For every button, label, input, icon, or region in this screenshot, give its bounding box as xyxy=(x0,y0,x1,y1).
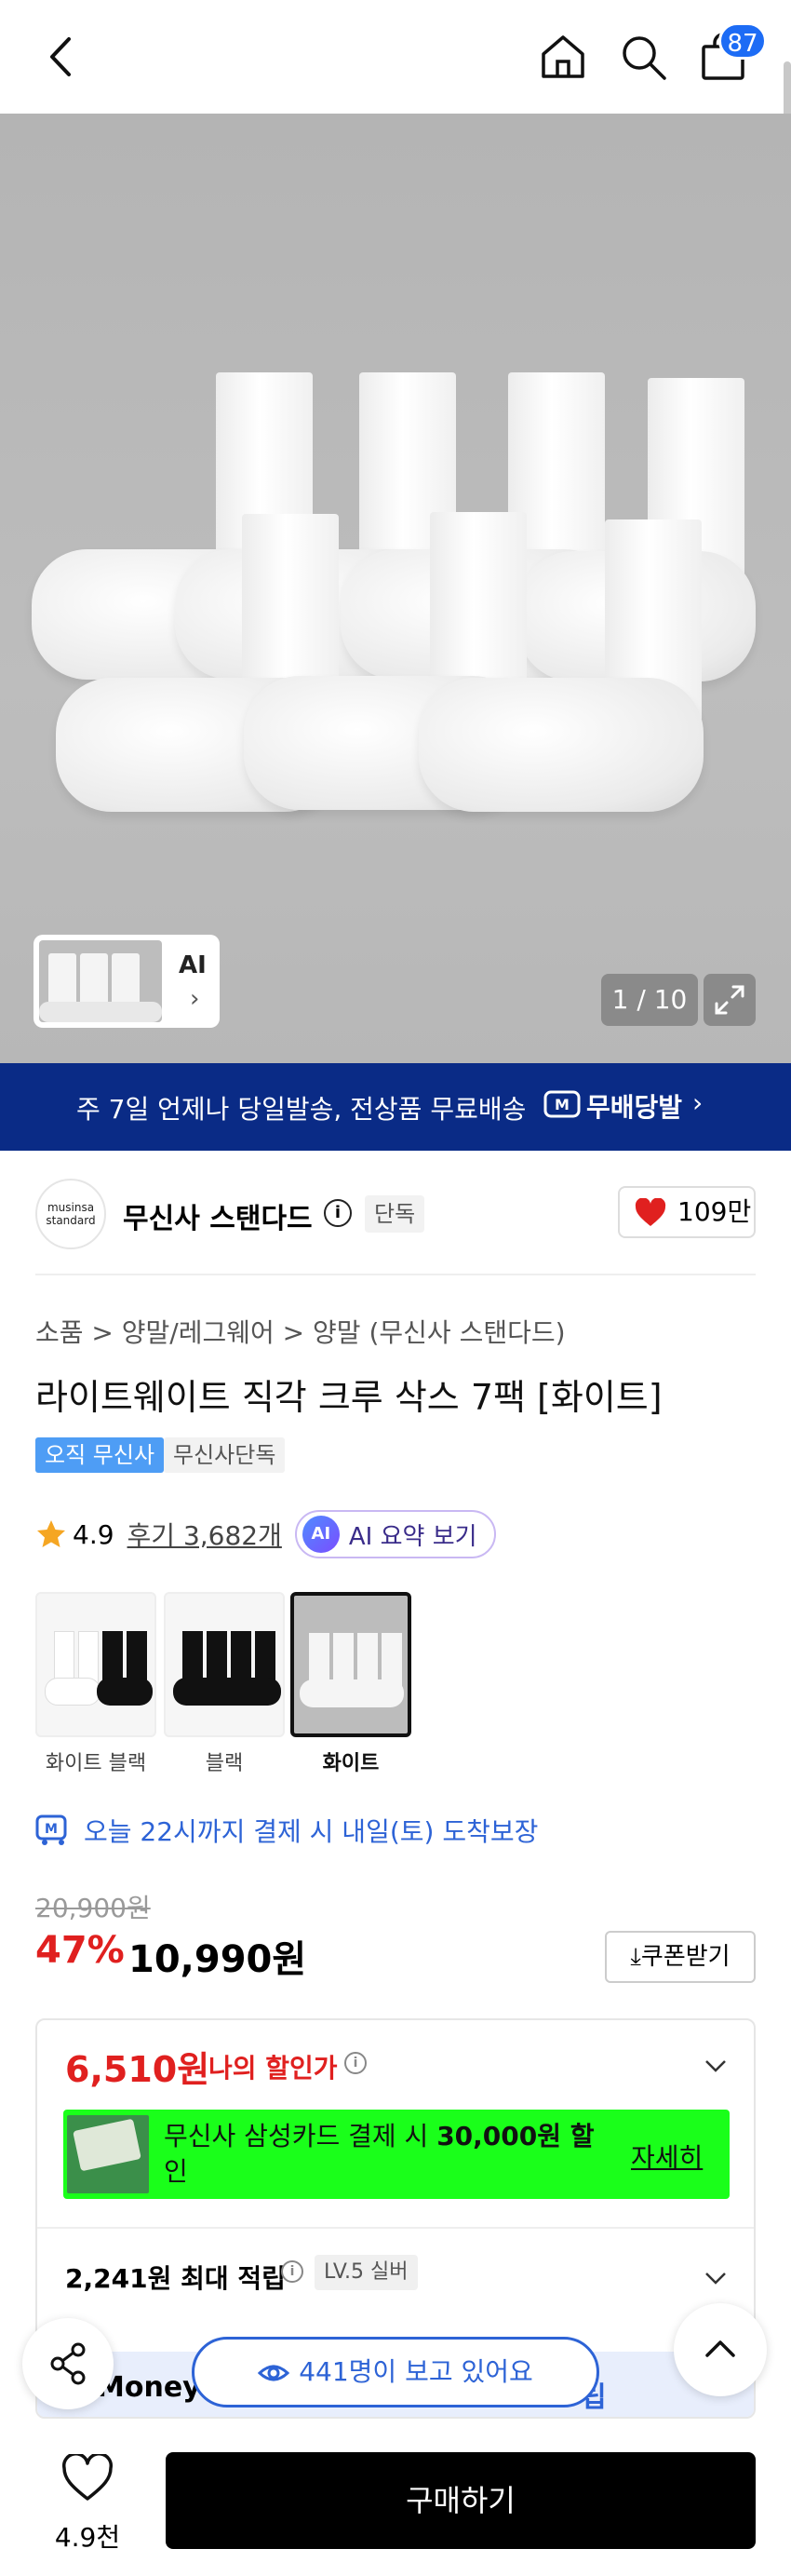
delivery-truck-icon: M xyxy=(543,1090,581,1118)
review-count-link[interactable]: 후기 3,682개 xyxy=(127,1516,282,1553)
download-icon: ⤓ xyxy=(630,1943,641,1971)
ai-summary-label: AI 요약 보기 xyxy=(348,1522,477,1551)
delivery-text: 오늘 22시까지 결제 시 내일(토) 도착보장 xyxy=(84,1816,539,1847)
ai-badge-icon: AI xyxy=(302,1516,340,1553)
musinsa-only-tag: 오직 무신사 xyxy=(35,1437,165,1473)
brand-name[interactable]: 무신사 스탠다드 xyxy=(123,1195,313,1236)
viewers-text: 441명이 보고 있어요 xyxy=(299,2356,533,2387)
card-image xyxy=(67,2115,149,2193)
live-viewers-pill: 441명이 보고 있어요 xyxy=(192,2337,599,2407)
image-counter: 1 / 10 xyxy=(601,974,698,1026)
coupon-button[interactable]: ⤓쿠폰받기 xyxy=(605,1931,756,1983)
rating-row: 4.9 후기 3,682개 AI AI 요약 보기 xyxy=(35,1508,496,1560)
option-label: 화이트 블랙 xyxy=(45,1752,147,1775)
promo-brand: 무배당발 xyxy=(586,1092,683,1123)
musinsa-exclusive-tag: 무신사단독 xyxy=(164,1437,286,1473)
ai-thumbnail-card[interactable]: AI › xyxy=(34,935,220,1028)
scroll-to-top-button[interactable] xyxy=(674,2303,767,2396)
breadcrumb[interactable]: 소품 > 양말/레그웨어 > 양말 (무신사 스탠다드) xyxy=(35,1313,566,1350)
delivery-promo-banner[interactable]: 주 7일 언제나 당일발송, 전상품 무료배송 M 무배당발 › xyxy=(0,1063,791,1151)
ai-summary-button[interactable]: AI AI 요약 보기 xyxy=(294,1510,496,1558)
eye-icon xyxy=(258,2365,290,2381)
info-icon[interactable]: i xyxy=(344,2052,367,2074)
buy-button[interactable]: 구매하기 xyxy=(166,2452,756,2549)
original-price: 20,900원 xyxy=(35,1893,151,1923)
card-promo-banner[interactable]: 무신사 삼성카드 결제 시 30,000원 할인 자세히 xyxy=(63,2110,730,2199)
back-arrow-icon[interactable] xyxy=(41,34,82,80)
share-button[interactable] xyxy=(22,2318,114,2409)
option-black[interactable] xyxy=(164,1592,285,1737)
product-like-count: 4.9천 xyxy=(54,2522,121,2553)
svg-text:M: M xyxy=(45,1822,58,1837)
divider xyxy=(37,2227,754,2229)
cart-count-badge: 87 xyxy=(718,22,767,60)
home-icon[interactable] xyxy=(538,32,588,82)
ai-label: AI xyxy=(179,951,207,979)
coupon-label: 쿠폰받기 xyxy=(640,1943,731,1971)
heart-filled-icon xyxy=(635,1198,666,1226)
discount-rate: 47% xyxy=(35,1929,125,1972)
heart-outline-icon[interactable] xyxy=(61,2454,114,2502)
chevron-right-icon: › xyxy=(190,985,200,1013)
brand-like-count: 109만 xyxy=(677,1196,752,1227)
chevron-down-icon[interactable] xyxy=(704,2266,728,2290)
star-icon xyxy=(37,1520,65,1547)
card-promo-detail-link[interactable]: 자세히 xyxy=(631,2138,703,2175)
member-level-tag: LV.5 실버 xyxy=(315,2255,418,2290)
expand-icon[interactable] xyxy=(704,974,756,1026)
svg-text:M: M xyxy=(555,1096,570,1113)
option-label: 블랙 xyxy=(205,1752,244,1775)
option-white[interactable] xyxy=(290,1592,411,1737)
search-icon[interactable] xyxy=(618,32,668,82)
thumbnail-image xyxy=(39,940,162,1022)
product-title: 라이트웨이트 직각 크루 삭스 7팩 [화이트] xyxy=(35,1377,663,1418)
divider xyxy=(35,1274,756,1275)
chevron-up-icon xyxy=(705,2340,735,2357)
exclusive-tag: 단독 xyxy=(365,1195,425,1233)
my-discount-price: 6,510원 xyxy=(65,2049,210,2090)
free-delivery-logo: M 무배당발 xyxy=(543,1087,682,1125)
card-promo-text: 무신사 삼성카드 결제 시 30,000원 할인 xyxy=(164,2121,595,2187)
delivery-truck-icon: M xyxy=(35,1814,67,1845)
my-discount-label: 나의 할인가 xyxy=(208,2053,338,2084)
sale-price: 10,990원 xyxy=(128,1938,307,1981)
chevron-down-icon[interactable] xyxy=(704,2054,728,2078)
delivery-guarantee[interactable]: M 오늘 22시까지 결제 시 내일(토) 도착보장 xyxy=(35,1812,538,1849)
option-label-selected: 화이트 xyxy=(322,1752,380,1775)
share-icon xyxy=(50,2342,86,2385)
chevron-right-icon: › xyxy=(692,1087,704,1118)
brand-like-button[interactable]: 109만 xyxy=(618,1186,756,1238)
max-points: 2,241원 최대 적립 xyxy=(65,2263,286,2294)
info-icon[interactable]: i xyxy=(324,1199,352,1227)
promo-text: 주 7일 언제나 당일발송, 전상품 무료배송 xyxy=(76,1094,527,1125)
brand-logo[interactable]: musinsa standard xyxy=(35,1179,106,1249)
bottom-action-bar: 4.9천 구매하기 xyxy=(0,2424,791,2576)
top-header: 87 xyxy=(0,0,791,114)
rating-score: 4.9 xyxy=(73,1518,114,1550)
info-icon[interactable]: i xyxy=(281,2260,303,2283)
product-image[interactable] xyxy=(0,114,791,1063)
option-white-black[interactable] xyxy=(35,1592,156,1737)
